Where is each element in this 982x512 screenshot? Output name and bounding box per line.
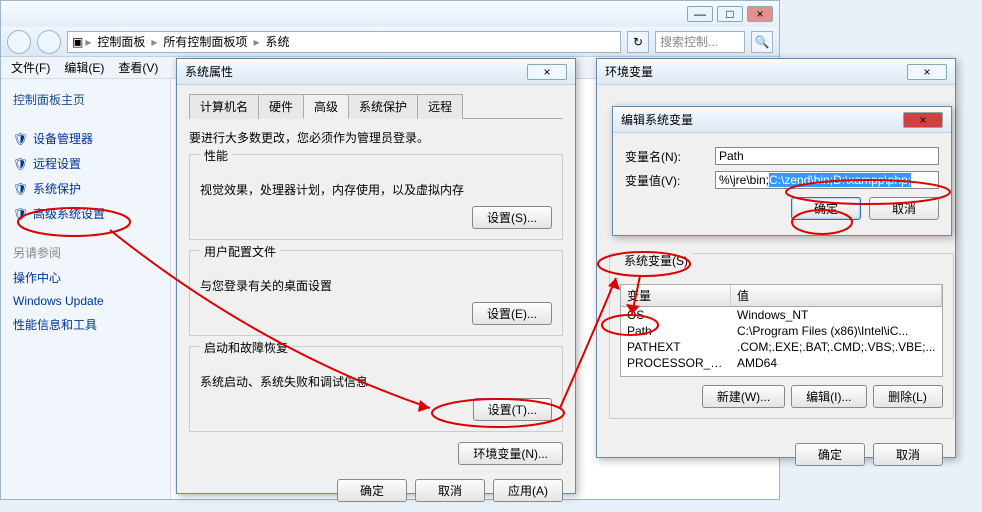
tab-hardware[interactable]: 硬件 xyxy=(258,94,304,119)
search-input[interactable]: 搜索控制... xyxy=(655,31,745,53)
edit-variable-dialog: 编辑系统变量 × 变量名(N): Path 变量值(V): %\jre\bin;… xyxy=(612,106,952,236)
tab-computer-name[interactable]: 计算机名 xyxy=(189,94,259,119)
explorer-titlebar: — □ × xyxy=(1,1,779,27)
cancel-button[interactable]: 取消 xyxy=(873,443,943,466)
sidebar-perf-info[interactable]: 性能信息和工具 xyxy=(11,312,160,337)
control-panel-icon: ▣ xyxy=(72,35,83,49)
env-var-button[interactable]: 环境变量(N)... xyxy=(458,442,563,465)
profile-group: 用户配置文件 与您登录有关的桌面设置 设置(E)... xyxy=(189,250,563,336)
ok-button[interactable]: 确定 xyxy=(791,197,861,220)
ok-button[interactable]: 确定 xyxy=(337,479,407,502)
admin-note: 要进行大多数更改，您必须作为管理员登录。 xyxy=(189,129,563,146)
shield-icon: 🛡 xyxy=(13,132,27,146)
menu-file[interactable]: 文件(F) xyxy=(5,57,56,78)
startup-group: 启动和故障恢复 系统启动、系统失败和调试信息 设置(T)... xyxy=(189,346,563,432)
sidebar-advanced-settings[interactable]: 🛡 高级系统设置 xyxy=(11,201,160,226)
list-header: 变量 值 xyxy=(620,284,943,307)
breadcrumb[interactable]: ▣ ▸ 控制面板 ▸ 所有控制面板项 ▸ 系统 xyxy=(67,31,621,53)
dialog-titlebar: 系统属性 × xyxy=(177,59,575,85)
list-item: PATHEXT.COM;.EXE;.BAT;.CMD;.VBS;.VBE;... xyxy=(621,339,942,355)
shield-icon: 🛡 xyxy=(13,157,27,171)
cancel-button[interactable]: 取消 xyxy=(415,479,485,502)
dialog-titlebar: 环境变量 × xyxy=(597,59,955,85)
startup-settings-button[interactable]: 设置(T)... xyxy=(473,398,552,421)
var-value-label: 变量值(V): xyxy=(625,172,715,189)
close-icon[interactable]: × xyxy=(903,112,943,128)
search-icon[interactable]: 🔍 xyxy=(751,31,773,53)
edit-button[interactable]: 编辑(I)... xyxy=(791,385,866,408)
address-bar: ▣ ▸ 控制面板 ▸ 所有控制面板项 ▸ 系统 ↻ 搜索控制... 🔍 xyxy=(1,27,779,57)
list-item: OSWindows_NT xyxy=(621,307,942,323)
tab-advanced[interactable]: 高级 xyxy=(303,94,349,119)
apply-button[interactable]: 应用(A) xyxy=(493,479,563,502)
shield-icon: 🛡 xyxy=(13,207,27,221)
tabs: 计算机名 硬件 高级 系统保护 远程 xyxy=(189,93,563,119)
sidebar-action-center[interactable]: 操作中心 xyxy=(11,265,160,290)
close-icon[interactable]: × xyxy=(907,64,947,80)
menu-view[interactable]: 查看(V) xyxy=(112,57,164,78)
maximize-button[interactable]: □ xyxy=(717,6,743,22)
crumb-control-panel[interactable]: 控制面板 xyxy=(93,33,149,50)
var-name-label: 变量名(N): xyxy=(625,148,715,165)
tab-remote[interactable]: 远程 xyxy=(417,94,463,119)
shield-icon: 🛡 xyxy=(13,182,27,196)
dialog-title: 系统属性 xyxy=(185,63,233,80)
new-button[interactable]: 新建(W)... xyxy=(702,385,785,408)
tab-protection[interactable]: 系统保护 xyxy=(348,94,418,119)
dialog-title: 编辑系统变量 xyxy=(621,111,693,128)
list-item-path: PathC:\Program Files (x86)\Intel\iC... xyxy=(621,323,942,339)
close-icon[interactable]: × xyxy=(527,64,567,80)
list-item: PROCESSOR_AR...AMD64 xyxy=(621,355,942,371)
cancel-button[interactable]: 取消 xyxy=(869,197,939,220)
crumb-system[interactable]: 系统 xyxy=(261,33,293,50)
back-button[interactable] xyxy=(7,30,31,54)
system-vars-list[interactable]: OSWindows_NT PathC:\Program Files (x86)\… xyxy=(620,307,943,377)
performance-group: 性能 视觉效果，处理器计划，内存使用，以及虚拟内存 设置(S)... xyxy=(189,154,563,240)
delete-button[interactable]: 删除(L) xyxy=(873,385,943,408)
close-button[interactable]: × xyxy=(747,6,773,22)
var-value-input[interactable]: %\jre\bin;C:\zend\bin;D:\xampp\php; xyxy=(715,171,939,189)
ok-button[interactable]: 确定 xyxy=(795,443,865,466)
crumb-all-items[interactable]: 所有控制面板项 xyxy=(159,33,251,50)
sidebar-seealso: 另请参阅 xyxy=(11,240,160,265)
minimize-button[interactable]: — xyxy=(687,6,713,22)
sidebar-protection[interactable]: 🛡 系统保护 xyxy=(11,176,160,201)
sidebar-home[interactable]: 控制面板主页 xyxy=(11,87,160,112)
sidebar: 控制面板主页 🛡 设备管理器 🛡 远程设置 🛡 系统保护 🛡 高级系统设置 另请… xyxy=(1,79,171,499)
profile-settings-button[interactable]: 设置(E)... xyxy=(472,302,552,325)
var-name-input[interactable]: Path xyxy=(715,147,939,165)
sidebar-remote[interactable]: 🛡 远程设置 xyxy=(11,151,160,176)
sidebar-windows-update[interactable]: Windows Update xyxy=(11,290,160,312)
dialog-title: 环境变量 xyxy=(605,63,653,80)
menu-edit[interactable]: 编辑(E) xyxy=(58,57,110,78)
system-vars-label: 系统变量(S) xyxy=(620,252,692,269)
system-vars-group: 系统变量(S) 变量 值 OSWindows_NT PathC:\Program… xyxy=(609,253,954,419)
sidebar-device-manager[interactable]: 🛡 设备管理器 xyxy=(11,126,160,151)
forward-button[interactable] xyxy=(37,30,61,54)
dialog-titlebar: 编辑系统变量 × xyxy=(613,107,951,133)
system-properties-dialog: 系统属性 × 计算机名 硬件 高级 系统保护 远程 要进行大多数更改，您必须作为… xyxy=(176,58,576,494)
perf-settings-button[interactable]: 设置(S)... xyxy=(472,206,552,229)
refresh-button[interactable]: ↻ xyxy=(627,31,649,53)
